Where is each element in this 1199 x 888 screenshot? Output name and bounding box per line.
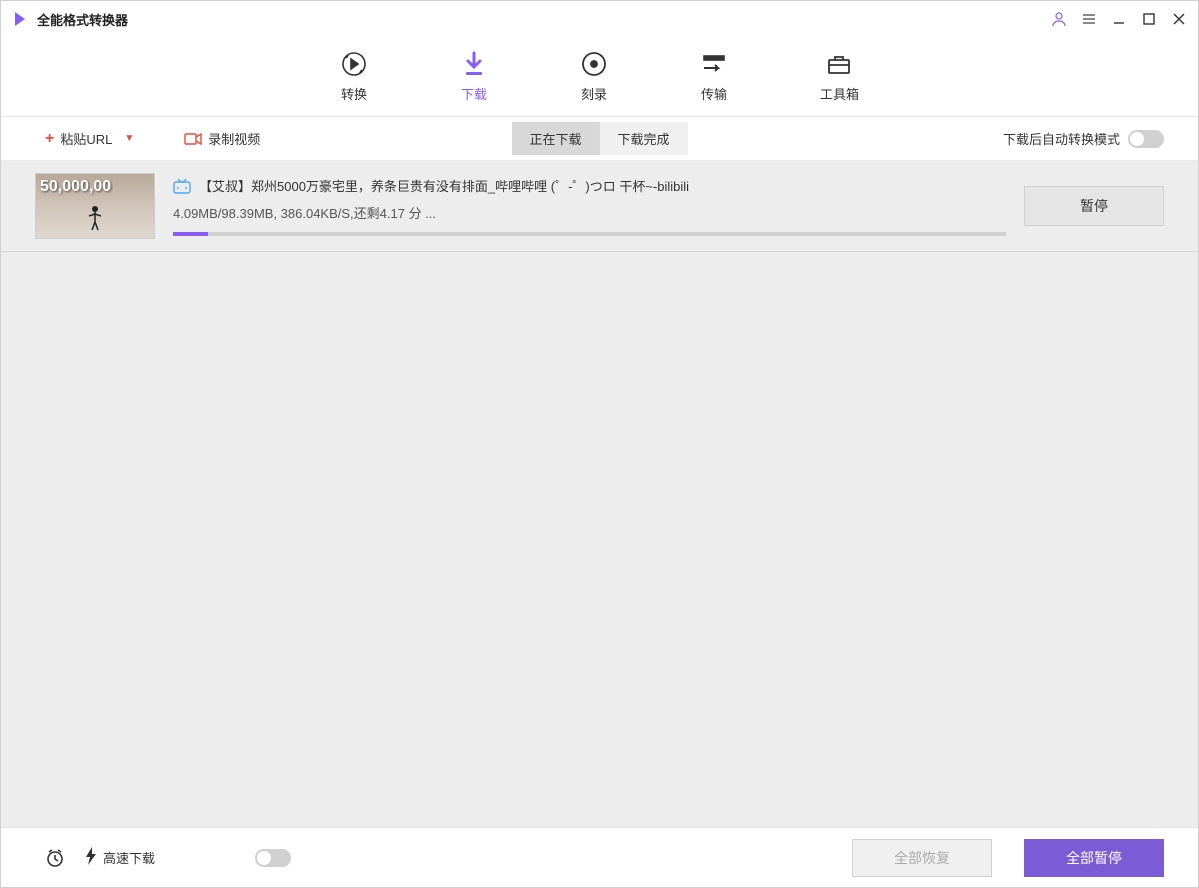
- lightning-icon: [85, 847, 97, 868]
- camera-icon: [184, 132, 202, 146]
- convert-icon: [340, 50, 368, 78]
- video-thumbnail: 50,000,00: [35, 173, 155, 239]
- download-icon: [460, 50, 488, 78]
- maximize-icon[interactable]: [1140, 10, 1158, 28]
- pause-all-button[interactable]: 全部暂停: [1024, 839, 1164, 877]
- tab-download[interactable]: 下载: [444, 42, 504, 111]
- auto-convert-toggle[interactable]: [1128, 130, 1164, 148]
- tab-burn[interactable]: 刻录: [564, 42, 624, 111]
- resume-all-button[interactable]: 全部恢复: [852, 839, 992, 877]
- titlebar: 全能格式转换器: [1, 1, 1198, 37]
- download-progress: [173, 232, 1006, 236]
- speed-toggle[interactable]: [255, 849, 291, 867]
- user-icon[interactable]: [1050, 10, 1068, 28]
- burn-icon: [580, 50, 608, 78]
- sub-tab-completed[interactable]: 下载完成: [600, 122, 688, 155]
- menu-icon[interactable]: [1080, 10, 1098, 28]
- tab-burn-label: 刻录: [581, 84, 607, 103]
- thumb-overlay-text: 50,000,00: [40, 178, 111, 196]
- chevron-down-icon: ▼: [124, 133, 134, 144]
- auto-convert-toggle-group: 下载后自动转换模式: [1003, 129, 1164, 148]
- pause-button[interactable]: 暂停: [1024, 186, 1164, 226]
- sub-tab-downloading[interactable]: 正在下载: [511, 122, 599, 155]
- tab-toolbox[interactable]: 工具箱: [804, 42, 875, 111]
- tab-download-label: 下载: [461, 84, 487, 103]
- clock-icon[interactable]: [45, 848, 65, 868]
- app-title: 全能格式转换器: [37, 10, 128, 29]
- download-title: 【艾叔】郑州5000万豪宅里，养条巨贵有没有排面_哔哩哔哩 (゜-゜)つロ 干杯…: [199, 176, 689, 195]
- tab-convert[interactable]: 转换: [324, 42, 384, 111]
- plus-icon: +: [45, 130, 54, 148]
- record-button[interactable]: 录制视频: [184, 129, 260, 148]
- tab-transfer-label: 传输: [701, 84, 727, 103]
- paste-url-label: 粘贴URL: [60, 129, 112, 148]
- bilibili-icon: [173, 179, 191, 193]
- tab-convert-label: 转换: [341, 84, 367, 103]
- tab-toolbox-label: 工具箱: [820, 84, 859, 103]
- app-logo-icon: [11, 10, 29, 28]
- download-list: 50,000,00 【艾叔】郑州5000万豪宅里，养条巨贵有没有排面_哔哩哔哩 …: [1, 161, 1198, 827]
- minimize-icon[interactable]: [1110, 10, 1128, 28]
- download-status: 4.09MB/98.39MB, 386.04KB/S,还剩4.17 分 ...: [173, 203, 1006, 222]
- transfer-icon: [700, 50, 728, 78]
- toolbox-icon: [825, 50, 853, 78]
- close-icon[interactable]: [1170, 10, 1188, 28]
- record-label: 录制视频: [208, 129, 260, 148]
- footer: 高速下载 全部恢复 全部暂停: [1, 827, 1198, 887]
- sub-tabs: 正在下载 下载完成: [511, 122, 687, 155]
- speed-label: 高速下载: [103, 848, 155, 867]
- progress-fill: [173, 232, 208, 236]
- download-item: 50,000,00 【艾叔】郑州5000万豪宅里，养条巨贵有没有排面_哔哩哔哩 …: [1, 161, 1198, 252]
- action-bar: + 粘贴URL ▼ 录制视频 正在下载 下载完成 下载后自动转换模式: [1, 117, 1198, 161]
- main-tabs: 转换 下载 刻录 传输 工具箱: [1, 37, 1198, 117]
- auto-convert-label: 下载后自动转换模式: [1003, 129, 1120, 148]
- download-title-row: 【艾叔】郑州5000万豪宅里，养条巨贵有没有排面_哔哩哔哩 (゜-゜)つロ 干杯…: [173, 176, 1006, 195]
- tab-transfer[interactable]: 传输: [684, 42, 744, 111]
- paste-url-button[interactable]: + 粘贴URL ▼: [45, 129, 134, 148]
- speed-download-group: 高速下载: [85, 847, 155, 868]
